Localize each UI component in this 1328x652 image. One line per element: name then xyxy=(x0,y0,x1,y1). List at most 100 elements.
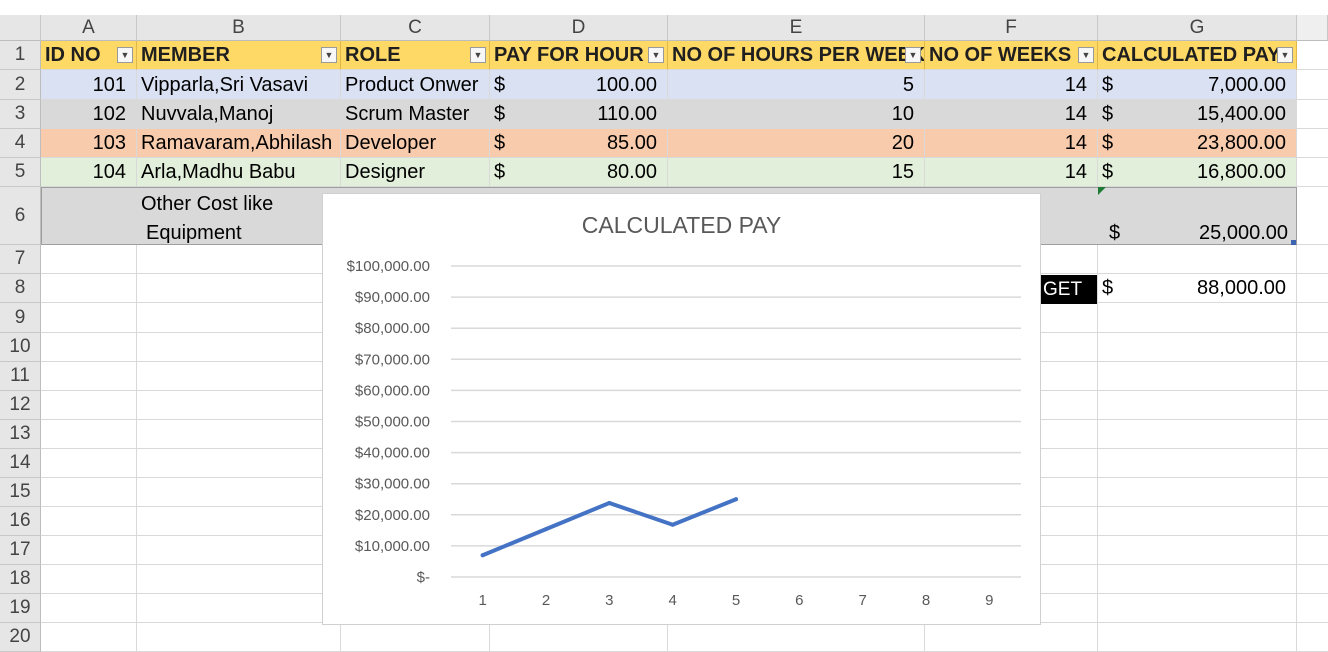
empty-cell[interactable] xyxy=(1297,362,1328,391)
empty-cell[interactable] xyxy=(137,274,341,303)
empty-cell[interactable] xyxy=(1297,507,1328,536)
header-member[interactable]: MEMBER xyxy=(137,41,341,70)
column-header-e[interactable]: E xyxy=(668,15,925,41)
row-header-17[interactable]: 17 xyxy=(0,536,41,565)
empty-cell[interactable] xyxy=(1297,129,1328,158)
empty-cell[interactable] xyxy=(1297,333,1328,362)
filter-dropdown-icon[interactable]: ▼ xyxy=(1277,47,1293,63)
empty-cell[interactable] xyxy=(1297,41,1328,70)
row-header-13[interactable]: 13 xyxy=(0,420,41,449)
empty-cell[interactable] xyxy=(1297,274,1328,303)
cell-pay[interactable]: $110.00 xyxy=(490,100,668,129)
cell-role[interactable]: Developer xyxy=(341,129,490,158)
cell-member[interactable]: Arla,Madhu Babu xyxy=(137,158,341,187)
row-header-20[interactable]: 20 xyxy=(0,623,41,652)
filter-dropdown-icon[interactable]: ▼ xyxy=(1078,47,1094,63)
empty-cell[interactable] xyxy=(1098,245,1297,274)
empty-cell[interactable] xyxy=(1297,594,1328,623)
cell-weeks[interactable]: 14 xyxy=(925,158,1098,187)
header-role[interactable]: ROLE xyxy=(341,41,490,70)
empty-cell[interactable] xyxy=(41,274,137,303)
cell-pay[interactable]: $80.00 xyxy=(490,158,668,187)
empty-cell[interactable] xyxy=(41,536,137,565)
empty-cell[interactable] xyxy=(1297,100,1328,129)
data-point[interactable] xyxy=(544,527,548,532)
empty-cell[interactable] xyxy=(137,507,341,536)
row-header-10[interactable]: 10 xyxy=(0,333,41,362)
filter-dropdown-icon[interactable]: ▼ xyxy=(470,47,486,63)
empty-cell[interactable] xyxy=(137,449,341,478)
filter-dropdown-icon[interactable]: ▼ xyxy=(321,47,337,63)
empty-cell[interactable] xyxy=(1297,536,1328,565)
row-header-7[interactable]: 7 xyxy=(0,245,41,274)
row-header-6[interactable]: 6 xyxy=(0,187,41,245)
empty-cell[interactable] xyxy=(668,623,925,652)
cell-member[interactable]: Nuvvala,Manoj xyxy=(137,100,341,129)
cell-weeks[interactable]: 14 xyxy=(925,129,1098,158)
cell-pay[interactable]: $85.00 xyxy=(490,129,668,158)
row-header-11[interactable]: 11 xyxy=(0,362,41,391)
empty-cell[interactable] xyxy=(1297,565,1328,594)
cell-member[interactable]: Vipparla,Sri Vasavi xyxy=(137,70,341,100)
empty-cell[interactable] xyxy=(1297,245,1328,274)
row-header-1[interactable]: 1 xyxy=(0,41,41,70)
empty-cell[interactable] xyxy=(41,333,137,362)
empty-cell[interactable] xyxy=(137,536,341,565)
row-header-15[interactable]: 15 xyxy=(0,478,41,507)
header-calculated-pay[interactable]: CALCULATED PAY xyxy=(1098,41,1297,70)
filter-dropdown-icon[interactable]: ▼ xyxy=(117,47,133,63)
cell-pay[interactable]: $100.00 xyxy=(490,70,668,100)
empty-cell[interactable] xyxy=(1098,507,1297,536)
empty-cell[interactable] xyxy=(1098,333,1297,362)
empty-cell[interactable] xyxy=(1098,303,1297,333)
row-header-2[interactable]: 2 xyxy=(0,70,41,100)
empty-cell[interactable] xyxy=(137,391,341,420)
row-header-4[interactable]: 4 xyxy=(0,129,41,158)
empty-cell[interactable] xyxy=(41,507,137,536)
empty-cell[interactable] xyxy=(41,594,137,623)
empty-cell[interactable] xyxy=(490,623,668,652)
empty-cell[interactable] xyxy=(1297,623,1328,652)
header-hours-per-week[interactable]: NO OF HOURS PER WEEK xyxy=(668,41,925,70)
empty-cell[interactable] xyxy=(1098,565,1297,594)
cell-id[interactable]: 102 xyxy=(41,100,137,129)
empty-cell[interactable] xyxy=(1098,362,1297,391)
empty-cell[interactable] xyxy=(1098,478,1297,507)
row-header-3[interactable]: 3 xyxy=(0,100,41,129)
row-header-14[interactable]: 14 xyxy=(0,449,41,478)
empty-cell[interactable] xyxy=(41,391,137,420)
cell-member[interactable]: Ramavaram,Abhilash xyxy=(137,129,341,158)
empty-cell[interactable] xyxy=(137,420,341,449)
empty-cell[interactable] xyxy=(1297,478,1328,507)
empty-cell[interactable] xyxy=(1297,449,1328,478)
empty-cell[interactable] xyxy=(41,245,137,274)
row-header-8[interactable]: 8 xyxy=(0,274,41,303)
row-header-16[interactable]: 16 xyxy=(0,507,41,536)
row-header-18[interactable]: 18 xyxy=(0,565,41,594)
select-all-corner[interactable] xyxy=(0,15,41,41)
cell-id[interactable]: 104 xyxy=(41,158,137,187)
empty-cell[interactable] xyxy=(137,478,341,507)
cell-calc[interactable]: $23,800.00 xyxy=(1098,129,1297,158)
cell-weeks[interactable]: 14 xyxy=(925,100,1098,129)
empty-cell[interactable] xyxy=(1297,391,1328,420)
column-header-f[interactable]: F xyxy=(925,15,1098,41)
row-header-19[interactable]: 19 xyxy=(0,594,41,623)
filter-dropdown-icon[interactable]: ▼ xyxy=(905,47,921,63)
empty-cell[interactable] xyxy=(925,623,1098,652)
empty-cell[interactable] xyxy=(1297,303,1328,333)
column-header-g[interactable]: G xyxy=(1098,15,1297,41)
empty-cell[interactable] xyxy=(1297,187,1328,245)
empty-cell[interactable] xyxy=(137,245,341,274)
cell-calc[interactable]: $15,400.00 xyxy=(1098,100,1297,129)
empty-cell[interactable] xyxy=(41,623,137,652)
header-pay-for-hour[interactable]: PAY FOR HOUR xyxy=(490,41,668,70)
cell-role[interactable]: Designer xyxy=(341,158,490,187)
column-header-d[interactable]: D xyxy=(490,15,668,41)
other-cost-value[interactable]: $25,000.00 xyxy=(1099,221,1296,244)
empty-cell[interactable] xyxy=(1297,158,1328,187)
cell-weeks[interactable]: 14 xyxy=(925,70,1098,100)
empty-cell[interactable] xyxy=(41,303,137,333)
empty-cell[interactable] xyxy=(1098,623,1297,652)
row-header-12[interactable]: 12 xyxy=(0,391,41,420)
